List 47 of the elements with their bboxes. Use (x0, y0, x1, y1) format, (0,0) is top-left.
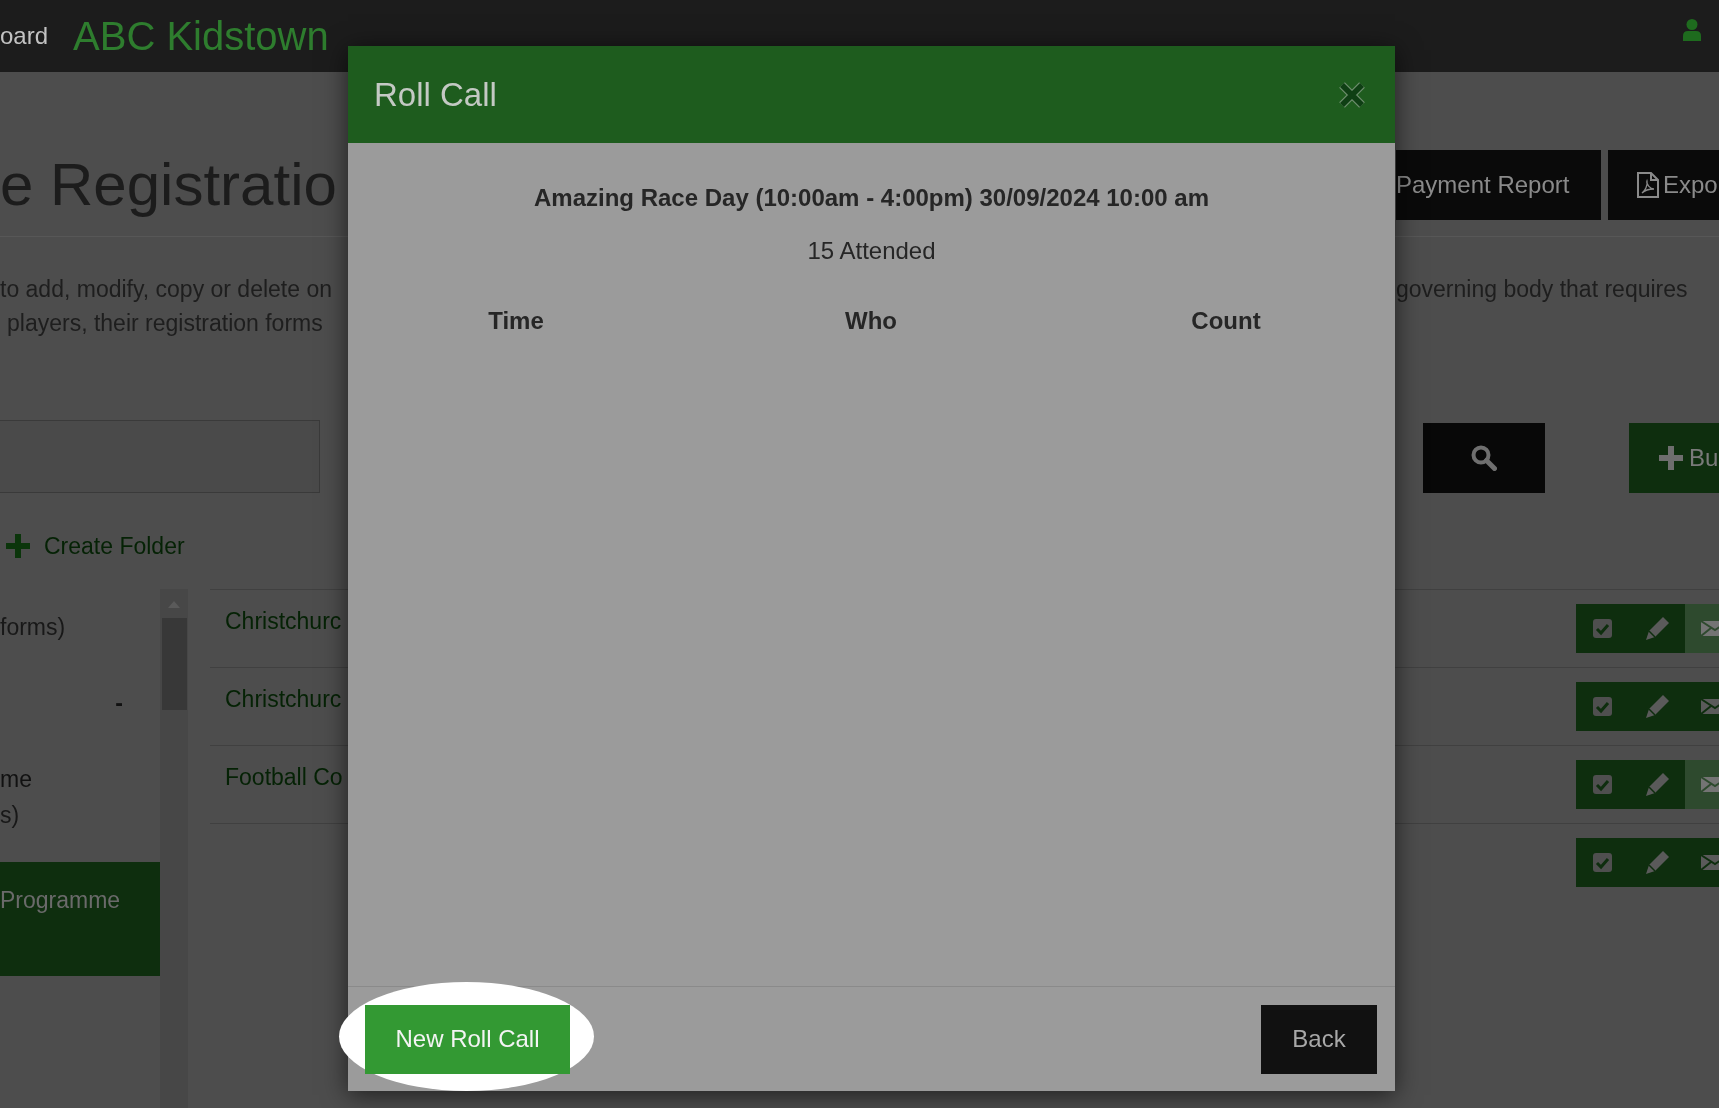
pencil-icon (1646, 695, 1669, 718)
modal-title: Roll Call (374, 75, 497, 114)
export-button[interactable]: Expo (1608, 150, 1719, 220)
envelope-icon (1700, 620, 1719, 637)
nav-link[interactable]: oard (0, 22, 49, 50)
checkbox-icon (1593, 853, 1612, 872)
form-link[interactable]: Christchurc (225, 686, 342, 713)
search-button[interactable] (1423, 423, 1545, 493)
pencil-icon (1646, 617, 1669, 640)
envelope-icon (1700, 776, 1719, 793)
email-button[interactable] (1685, 838, 1719, 887)
plus-icon (1659, 446, 1683, 470)
envelope-icon (1700, 854, 1719, 871)
plus-icon (6, 534, 30, 558)
tick-button[interactable] (1576, 838, 1630, 887)
tick-button[interactable] (1576, 682, 1630, 731)
search-icon (1471, 445, 1497, 471)
column-header: Who (845, 306, 897, 336)
add-button[interactable]: Bu (1629, 423, 1719, 493)
folder-item[interactable]: - (0, 665, 160, 741)
document-icon (1637, 172, 1659, 198)
report-button[interactable]: Payment Report (1396, 150, 1601, 220)
new-roll-call-button[interactable]: New Roll Call (365, 1004, 570, 1074)
event-heading: Amazing Race Day (10:00am - 4:00pm) 30/09/2024 10:00 am (534, 183, 1209, 213)
pencil-icon (1646, 851, 1669, 874)
close-icon[interactable] (1338, 80, 1366, 109)
pencil-icon (1646, 773, 1669, 796)
checkbox-icon (1593, 619, 1612, 638)
edit-button[interactable] (1630, 604, 1685, 653)
column-header: Count (1191, 306, 1261, 336)
tick-button[interactable] (1576, 604, 1630, 653)
column-header: Time (488, 306, 544, 336)
user-icon[interactable] (1683, 19, 1701, 41)
create-folder-button[interactable]: Create Folder (0, 531, 185, 561)
email-button[interactable] (1685, 682, 1719, 731)
folder-item[interactable]: Programme (0, 862, 160, 976)
edit-button[interactable] (1630, 760, 1685, 809)
checkbox-icon (1593, 775, 1612, 794)
envelope-icon (1700, 698, 1719, 715)
form-link[interactable]: Christchurc (225, 608, 342, 635)
form-link[interactable]: Football Co (225, 764, 343, 791)
tick-button[interactable] (1576, 760, 1630, 809)
scrollbar[interactable] (160, 589, 188, 1108)
attendance-count: 15 Attended (807, 236, 936, 266)
brand-name: ABC Kidstown (73, 13, 329, 59)
checkbox-icon (1593, 697, 1612, 716)
back-button[interactable]: Back (1261, 1004, 1377, 1074)
